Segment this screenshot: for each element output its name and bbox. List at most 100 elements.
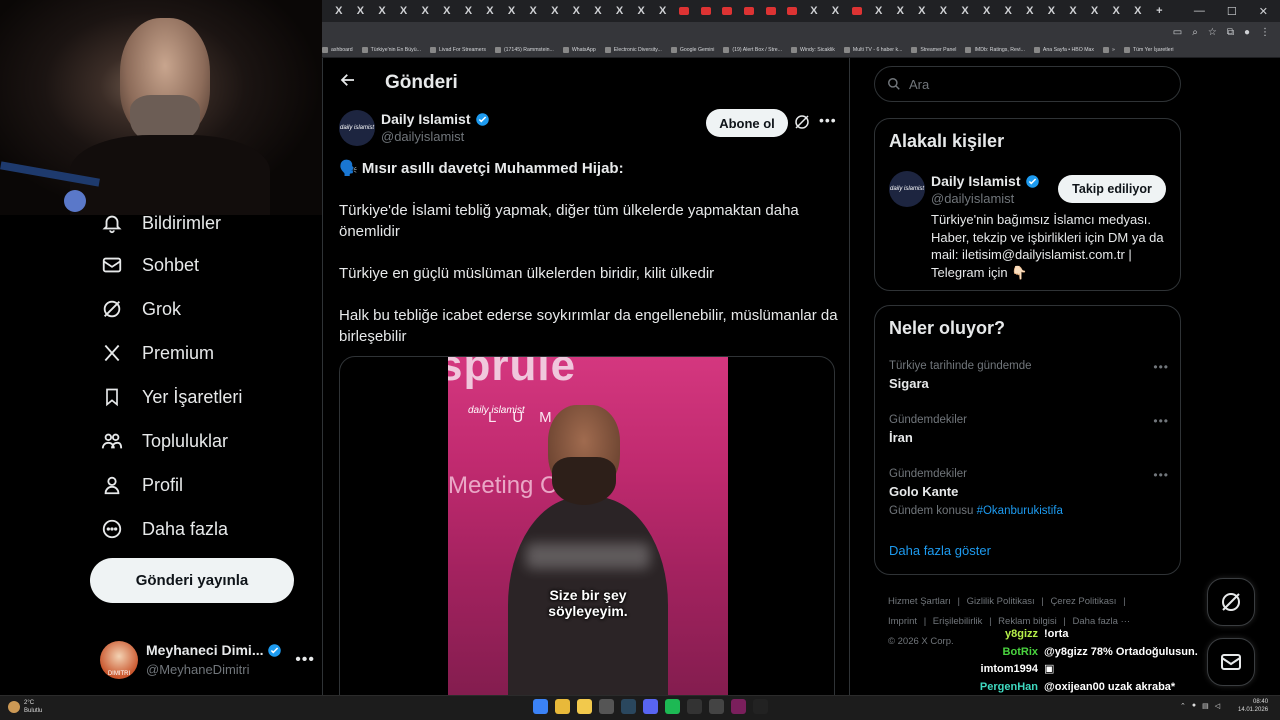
minimize-button[interactable]: —	[1194, 5, 1205, 18]
browser-tab[interactable]	[781, 1, 803, 21]
bookmark-item[interactable]: WhatsApp	[562, 46, 596, 53]
browser-tab[interactable]: X	[522, 1, 544, 21]
back-arrow-icon[interactable]	[339, 71, 359, 95]
trend-item[interactable]: Gündemdekiler Golo Kante Gündem konusu #…	[889, 468, 1169, 517]
clock[interactable]: 08:40 14.01.2026	[1238, 698, 1268, 714]
menu-icon[interactable]: ⋮	[1260, 27, 1270, 38]
browser-tab[interactable]: X	[393, 1, 415, 21]
chrome-icon[interactable]	[555, 699, 570, 714]
discord-icon[interactable]	[643, 699, 658, 714]
nav-item-grok[interactable]: Grok	[100, 293, 181, 325]
browser-tab[interactable]: X	[652, 1, 674, 21]
extension-icon[interactable]: ⧉	[1227, 27, 1234, 38]
footer-link[interactable]: Gizlilik Politikası	[967, 596, 1035, 607]
bookmark-item[interactable]: Windy: Sicaklik	[791, 46, 835, 53]
post-button[interactable]: Gönderi yayınla	[90, 558, 294, 603]
maximize-button[interactable]: ☐	[1227, 5, 1237, 18]
grok-icon[interactable]	[793, 113, 813, 133]
browser-tab[interactable]: X	[436, 1, 458, 21]
zoom-icon[interactable]: ⌕	[1192, 27, 1198, 38]
bookmark-item[interactable]: Livad For Streamers	[429, 46, 486, 53]
app-icon[interactable]	[753, 699, 768, 714]
trend-item[interactable]: Gündemdekiler İran •••	[889, 414, 1169, 445]
footer-link[interactable]: Imprint	[888, 616, 917, 627]
browser-tab[interactable]: X	[609, 1, 631, 21]
footer-link[interactable]: Hizmet Şartları	[888, 596, 951, 607]
show-more-link[interactable]: Daha fazla göster	[889, 543, 991, 558]
star-icon[interactable]: ☆	[1208, 27, 1217, 38]
browser-tab[interactable]: X	[544, 1, 566, 21]
browser-tab[interactable]: X	[566, 1, 588, 21]
profile-icon[interactable]: ●	[1244, 27, 1250, 38]
browser-tab[interactable]: X	[1019, 1, 1041, 21]
nav-item-profile[interactable]: Profil	[100, 469, 183, 501]
browser-tab[interactable]: X	[501, 1, 523, 21]
browser-tab[interactable]: X	[350, 1, 372, 21]
browser-tab[interactable]: X	[1041, 1, 1063, 21]
video-player[interactable]: sprule LUMA Meeting Civiliz daily islami…	[448, 357, 728, 695]
app-icon[interactable]	[687, 699, 702, 714]
browser-tab[interactable]	[695, 1, 717, 21]
post-media[interactable]: sprule LUMA Meeting Civiliz daily islami…	[339, 356, 835, 695]
browser-tab[interactable]: X	[825, 1, 847, 21]
browser-tab[interactable]	[738, 1, 760, 21]
bookmark-item[interactable]: Multi TV - 6 haber k...	[843, 46, 902, 53]
new-tab-button[interactable]: +	[1149, 1, 1171, 21]
browser-tab[interactable]: X	[1105, 1, 1127, 21]
more-icon[interactable]: •••	[819, 112, 837, 128]
footer-link[interactable]: Çerez Politikası	[1050, 596, 1116, 607]
bookmark-item[interactable]: (17145) Rammstein...	[494, 46, 554, 53]
browser-tab[interactable]: X	[630, 1, 652, 21]
browser-tab[interactable]: X	[976, 1, 998, 21]
folder-icon[interactable]	[577, 699, 592, 714]
bookmark-item[interactable]: IMDb: Ratings, Revi...	[965, 46, 1025, 53]
browser-tab[interactable]	[846, 1, 868, 21]
grok-fab-button[interactable]	[1207, 578, 1255, 626]
following-button[interactable]: Takip ediliyor	[1058, 175, 1166, 203]
browser-tab[interactable]	[717, 1, 739, 21]
browser-tab[interactable]: X	[1127, 1, 1149, 21]
author-name[interactable]: Daily Islamist	[381, 111, 471, 128]
volume-icon[interactable]: ◁	[1215, 702, 1220, 710]
browser-tab[interactable]: X	[414, 1, 436, 21]
nav-item-chat[interactable]: Sohbet	[100, 249, 199, 281]
browser-tab[interactable]: X	[479, 1, 501, 21]
more-icon[interactable]: •••	[295, 651, 315, 669]
author-handle[interactable]: @dailyislamist	[381, 128, 490, 145]
browser-tab[interactable]: X	[911, 1, 933, 21]
trend-item[interactable]: Türkiye tarihinde gündemde Sigara •••	[889, 360, 1169, 391]
bookmark-item[interactable]: Google Gemini	[670, 46, 714, 53]
browser-tab[interactable]: X	[587, 1, 609, 21]
author-avatar[interactable]: daily islamist	[339, 110, 375, 146]
browser-tab[interactable]: X	[954, 1, 976, 21]
browser-tab[interactable]: X	[933, 1, 955, 21]
avatar[interactable]: daily islamist	[889, 171, 925, 207]
account-switcher[interactable]: DIMITRI Meyhaneci Dimi... @MeyhaneDimitr…	[100, 635, 315, 685]
bookmark-item[interactable]: Ana Sayfa • HBO Max	[1033, 46, 1094, 53]
browser-tab[interactable]: X	[803, 1, 825, 21]
bookmark-item[interactable]: »	[1103, 46, 1115, 53]
browser-tab[interactable]: X	[458, 1, 480, 21]
bookmark-item[interactable]: Türkiye'nin En Büyü...	[361, 46, 421, 53]
browser-tab[interactable]: X	[997, 1, 1019, 21]
browser-tab[interactable]: X	[328, 1, 350, 21]
mic-icon[interactable]: ●	[1192, 702, 1196, 710]
nav-item-bookmarks[interactable]: Yer İşaretleri	[100, 381, 242, 413]
browser-tab[interactable]	[760, 1, 782, 21]
start-icon[interactable]	[533, 699, 548, 714]
browser-tab[interactable]	[674, 1, 696, 21]
browser-tab[interactable]: X	[868, 1, 890, 21]
nav-item-communities[interactable]: Topluluklar	[100, 425, 228, 457]
chevron-up-icon[interactable]: ⌃	[1180, 702, 1186, 710]
topic-hashtag[interactable]: #Okanburukistifa	[977, 505, 1063, 517]
weather-widget[interactable]: 2°C Bulutlu	[8, 699, 42, 715]
nav-item-premium[interactable]: Premium	[100, 337, 214, 369]
app-icon[interactable]	[599, 699, 614, 714]
close-button[interactable]: ✕	[1259, 5, 1268, 18]
browser-tab[interactable]: X	[1084, 1, 1106, 21]
app-icon[interactable]	[731, 699, 746, 714]
browser-tab[interactable]: X	[1062, 1, 1084, 21]
bookmark-item[interactable]: (19) Alert Box / Stre...	[723, 46, 782, 53]
bookmark-item[interactable]: Streamer Panel	[911, 46, 956, 53]
bookmark-item[interactable]: Tüm Yer İşaretleri	[1123, 46, 1174, 53]
